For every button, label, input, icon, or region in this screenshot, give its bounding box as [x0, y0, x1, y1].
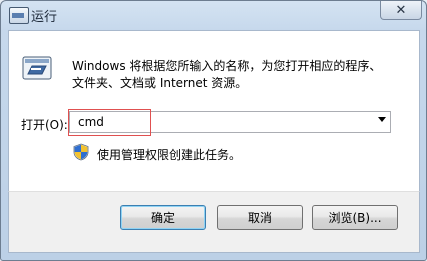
- run-program-icon: [22, 56, 52, 80]
- window-title: 运行: [31, 10, 58, 25]
- open-label: 打开(O):: [21, 118, 68, 132]
- highlight-box-wrapper: [68, 109, 159, 136]
- description: Windows 将根据您所输入的名称，为您打开相应的程序、 文件夹、文档或 In…: [72, 58, 412, 92]
- cancel-button[interactable]: 取消: [217, 205, 303, 230]
- ok-button[interactable]: 确定: [120, 205, 206, 230]
- admin-note: 使用管理权限创建此任务。: [97, 148, 242, 162]
- title-bar[interactable]: 运行 ✕: [1, 1, 426, 29]
- close-icon: ✕: [395, 2, 407, 18]
- browse-button-label: 浏览(B)...: [328, 211, 382, 225]
- uac-shield-icon: [73, 143, 89, 161]
- ok-button-label: 确定: [150, 211, 175, 225]
- highlight-box: [68, 109, 151, 136]
- run-app-icon: [9, 7, 29, 24]
- close-button[interactable]: ✕: [380, 1, 422, 20]
- description-line-1: Windows 将根据您所输入的名称，为您打开相应的程序、: [72, 59, 382, 73]
- browse-button[interactable]: 浏览(B)...: [312, 205, 398, 230]
- run-dialog: 运行 ✕ Windows 将根据您所输入的名称，为您打开相应的程序、 文件夹、文…: [0, 0, 427, 261]
- cancel-button-label: 取消: [247, 211, 272, 225]
- description-line-2: 文件夹、文档或 Internet 资源。: [72, 76, 248, 90]
- chevron-down-icon[interactable]: [378, 117, 386, 122]
- dialog-body: Windows 将根据您所输入的名称，为您打开相应的程序、 文件夹、文档或 In…: [8, 30, 420, 192]
- button-bar: 确定 取消 浏览(B)...: [8, 191, 420, 253]
